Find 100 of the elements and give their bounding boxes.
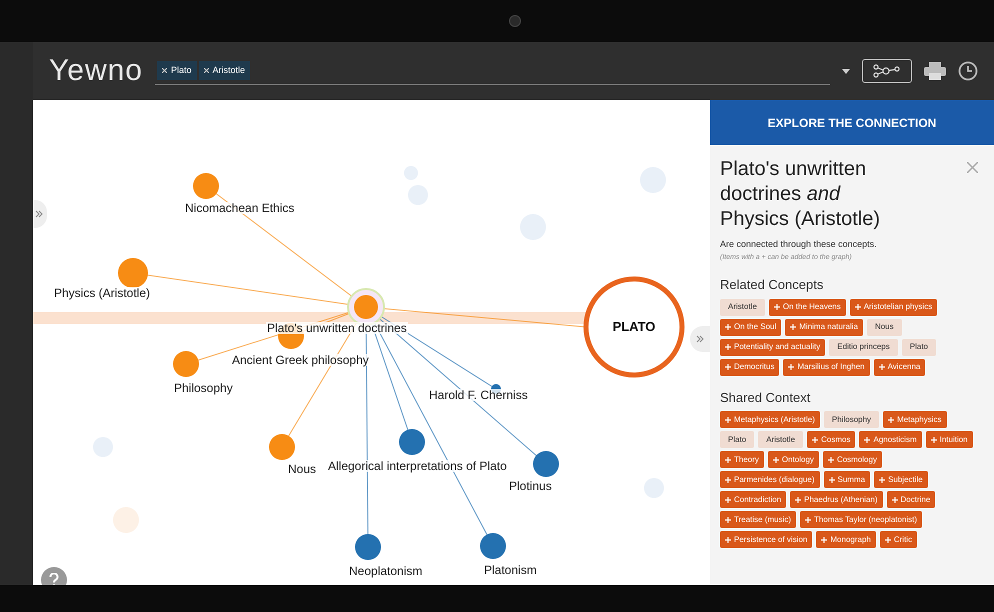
concept-tag[interactable]: Plato xyxy=(720,431,754,448)
panel-title: Plato's unwritten doctrines and Physics (Aristotle) xyxy=(720,157,882,232)
graph-node[interactable] xyxy=(269,434,295,460)
add-concept-tag[interactable]: Thomas Taylor (neoplatonist) xyxy=(800,511,922,528)
add-concept-tag[interactable]: Metaphysics xyxy=(883,411,947,428)
add-concept-tag[interactable]: Subjectile xyxy=(874,471,928,488)
node-label: Ancient Greek philosophy xyxy=(231,354,370,366)
plus-icon xyxy=(878,364,885,370)
logo: Yewno xyxy=(49,56,143,86)
plus-icon xyxy=(788,364,794,370)
chevrons-icon xyxy=(35,210,43,218)
graph-node[interactable] xyxy=(533,451,559,477)
search-tag[interactable]: Plato xyxy=(156,60,196,80)
node-label: Harold F. Cherniss xyxy=(428,389,529,401)
graph-node[interactable] xyxy=(173,351,199,377)
node-label: Plotinus xyxy=(508,480,553,492)
node-label: Nicomachean Ethics xyxy=(184,202,296,214)
print-icon[interactable] xyxy=(924,62,946,80)
node-label: Neoplatonism xyxy=(348,565,424,577)
concept-tag[interactable]: Aristotle xyxy=(758,431,804,448)
plus-icon xyxy=(930,436,937,442)
add-concept-tag[interactable]: On the Soul xyxy=(720,318,782,336)
panel-header: EXPLORE THE CONNECTION xyxy=(710,100,994,145)
plus-icon xyxy=(828,456,834,462)
plus-icon xyxy=(725,496,731,502)
add-concept-tag[interactable]: On the Heavens xyxy=(768,298,846,316)
add-concept-tag[interactable]: Potentiality and actuality xyxy=(720,338,826,356)
graph-node[interactable] xyxy=(480,533,506,559)
plus-icon xyxy=(805,516,812,522)
search-field[interactable]: Plato Aristotle xyxy=(154,57,830,85)
history-icon[interactable] xyxy=(958,61,978,81)
add-concept-tag[interactable]: Marsilius of Inghen xyxy=(783,358,870,376)
add-concept-tag[interactable]: Persistence of vision xyxy=(720,531,812,548)
concept-tag[interactable]: Plato xyxy=(902,338,936,356)
concept-tag[interactable]: Nous xyxy=(866,318,902,336)
add-concept-tag[interactable]: Ontology xyxy=(768,451,819,468)
plus-icon xyxy=(821,536,828,542)
section-heading: Shared Context xyxy=(720,388,812,406)
search-tag[interactable]: Aristotle xyxy=(198,60,250,80)
graph-node[interactable] xyxy=(355,534,381,560)
section-heading: Related Concepts xyxy=(720,276,824,294)
panel-subtitle: Are connected through these concepts. xyxy=(720,238,878,251)
concept-tag[interactable]: Aristotle xyxy=(720,298,765,316)
caret-icon[interactable] xyxy=(842,68,850,74)
plus-icon xyxy=(879,476,886,482)
add-concept-tag[interactable]: Phaedrus (Athenian) xyxy=(790,491,883,508)
node-label: Platonism xyxy=(483,564,538,576)
plus-icon xyxy=(725,324,731,330)
add-concept-tag[interactable]: Doctrine xyxy=(886,491,936,508)
add-concept-tag[interactable]: Agnosticism xyxy=(859,431,922,448)
plus-icon xyxy=(725,536,731,542)
add-concept-tag[interactable]: Cosmology xyxy=(822,451,882,468)
add-concept-tag[interactable]: Theory xyxy=(720,451,764,468)
add-concept-tag[interactable]: Contradiction xyxy=(720,491,786,508)
plus-icon xyxy=(725,456,731,462)
plus-icon xyxy=(725,416,731,422)
node-label: Physics (Aristotle) xyxy=(53,287,152,299)
node-label: Philosophy xyxy=(173,382,234,394)
graph-node[interactable] xyxy=(399,429,425,455)
remove-icon[interactable] xyxy=(162,68,167,73)
remove-icon[interactable] xyxy=(204,68,208,73)
plus-icon xyxy=(725,516,731,522)
node-label: Allegorical interpretations of Plato xyxy=(327,460,508,472)
add-concept-tag[interactable]: Metaphysics (Aristotle) xyxy=(720,411,820,428)
plus-icon xyxy=(774,304,780,310)
add-concept-tag[interactable]: Treatise (music) xyxy=(720,511,796,528)
add-concept-tag[interactable]: Summa xyxy=(824,471,870,488)
plus-icon xyxy=(892,496,898,502)
camera-icon xyxy=(509,15,521,27)
concept-tag[interactable]: Philosophy xyxy=(824,411,880,428)
expand-right-button[interactable] xyxy=(690,326,710,352)
plus-icon xyxy=(864,436,870,442)
add-concept-tag[interactable]: Minima naturalia xyxy=(785,318,863,336)
add-concept-tag[interactable]: Aristotelian physics xyxy=(850,298,938,316)
plus-icon xyxy=(725,344,731,350)
graph-view-button[interactable] xyxy=(862,59,912,83)
graph-node[interactable] xyxy=(193,173,219,199)
node-label: Nous xyxy=(287,463,318,475)
help-icon xyxy=(49,573,59,585)
node-label: Plato's unwritten doctrines xyxy=(266,322,408,334)
add-concept-tag[interactable]: Critic xyxy=(880,531,918,548)
add-concept-tag[interactable]: Cosmos xyxy=(807,431,856,448)
plus-icon xyxy=(888,416,894,422)
graph-node[interactable] xyxy=(354,295,378,319)
plus-icon xyxy=(772,456,779,462)
add-concept-tag[interactable]: Parmenides (dialogue) xyxy=(720,471,820,488)
add-concept-tag[interactable]: Monograph xyxy=(816,531,876,548)
network-icon xyxy=(872,63,902,79)
add-concept-tag[interactable]: Avicenna xyxy=(874,358,926,376)
focus-node[interactable] xyxy=(584,276,684,378)
add-concept-tag[interactable]: Intuition xyxy=(926,431,973,448)
plus-icon xyxy=(884,536,891,542)
plus-icon xyxy=(854,304,861,310)
plus-icon xyxy=(828,476,834,482)
plus-icon xyxy=(725,364,731,370)
add-concept-tag[interactable]: Democritus xyxy=(720,358,780,376)
node-label: PLATO xyxy=(612,320,656,333)
plus-icon xyxy=(812,436,818,442)
concept-tag[interactable]: Editio princeps xyxy=(829,338,898,356)
graph-node[interactable] xyxy=(118,258,148,288)
